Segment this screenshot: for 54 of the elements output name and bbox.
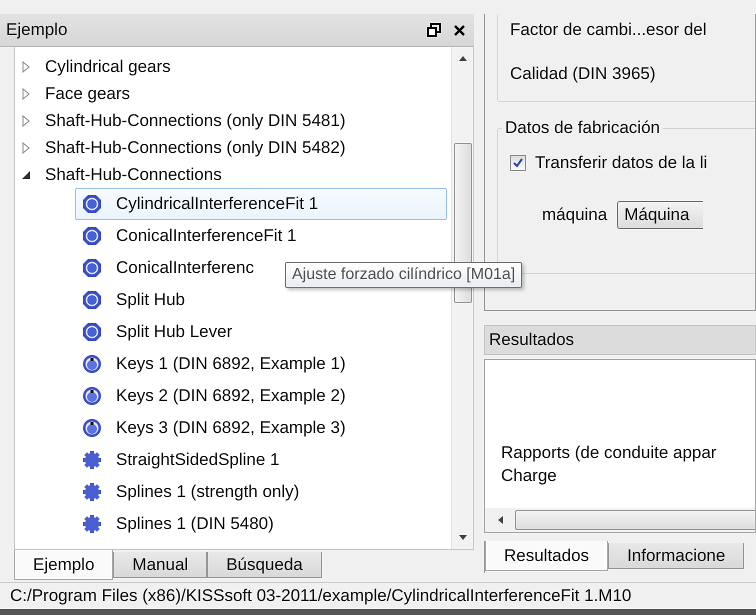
panel-title: Resultados <box>489 330 574 350</box>
tab[interactable]: Resultados <box>485 541 608 571</box>
expand-icon[interactable] <box>21 60 31 72</box>
tree-item[interactable]: Shaft-Hub-Connections <box>45 164 222 184</box>
expand-icon[interactable] <box>21 142 31 154</box>
expand-icon[interactable] <box>21 114 31 126</box>
tree-item[interactable]: Shaft-Hub-Connections (only DIN 5481) <box>45 110 346 130</box>
octagon-icon <box>82 194 102 214</box>
panel-title: Ejemplo <box>6 20 68 40</box>
scroll-down-icon[interactable] <box>458 535 468 541</box>
ring-icon <box>82 354 102 374</box>
tree-item[interactable]: ConicalInterferenceFit 1 <box>75 220 447 252</box>
horizontal-scrollbar[interactable] <box>485 508 755 532</box>
ring-icon <box>82 386 102 406</box>
octagon-icon <box>82 258 102 278</box>
tree-item[interactable]: Shaft-Hub-Connections (only DIN 5482) <box>45 138 346 158</box>
scroll-left-icon[interactable] <box>497 515 503 525</box>
tree-item[interactable]: Face gears <box>45 84 130 104</box>
tree-item[interactable]: Keys 1 (DIN 6892, Example 1) <box>75 348 447 380</box>
octagon-icon <box>82 226 102 246</box>
gear-icon <box>82 450 102 470</box>
tree-item[interactable]: Splines 1 (DIN 5480) <box>75 508 447 540</box>
gear-icon <box>82 514 102 534</box>
octagon-icon <box>82 322 102 342</box>
field-label: máquina <box>542 205 608 225</box>
checkbox-label: Transferir datos de la li <box>535 153 708 173</box>
result-line: Charge <box>501 465 558 488</box>
tree-item[interactable]: StraightSidedSpline 1 <box>75 444 447 476</box>
tree-item[interactable]: Keys 2 (DIN 6892, Example 2) <box>75 380 447 412</box>
close-icon[interactable] <box>453 24 466 36</box>
tooltip: Ajuste forzado cilíndrico [M01a] <box>285 262 522 288</box>
checkbox[interactable] <box>510 155 526 171</box>
field-label: Factor de cambi...esor del <box>510 20 708 40</box>
result-line: Rapports (de conduite appar <box>501 442 718 464</box>
scrollbar-thumb[interactable] <box>515 510 755 530</box>
dropdown[interactable]: Máquina <box>617 201 704 229</box>
tree-item[interactable]: Keys 3 (DIN 6892, Example 3) <box>75 412 447 444</box>
tab[interactable]: Búsqueda <box>207 552 322 578</box>
octagon-icon <box>82 290 102 310</box>
file-path: C:/Program Files (x86)/KISSsoft 03-2011/example/CylindricalInterferenceFit 1.M10 <box>10 586 632 606</box>
ring-icon <box>82 418 102 438</box>
expand-icon[interactable] <box>21 88 31 100</box>
collapse-icon[interactable] <box>21 168 31 180</box>
tab[interactable]: Manual <box>113 552 208 578</box>
float-icon[interactable] <box>427 23 441 37</box>
gear-icon <box>82 482 102 502</box>
tree-item[interactable]: Splines 1 (strength only) <box>75 476 447 508</box>
field-label: Calidad (DIN 3965) <box>510 64 657 84</box>
scroll-up-icon[interactable] <box>458 55 468 61</box>
tab[interactable]: Informacione <box>608 543 744 569</box>
tree-item[interactable]: CylindricalInterferenceFit 1 <box>75 188 447 220</box>
tree-item[interactable]: Cylindrical gears <box>45 56 171 76</box>
tab[interactable]: Ejemplo <box>14 550 114 580</box>
tree-item[interactable]: Split Hub Lever <box>75 316 447 348</box>
